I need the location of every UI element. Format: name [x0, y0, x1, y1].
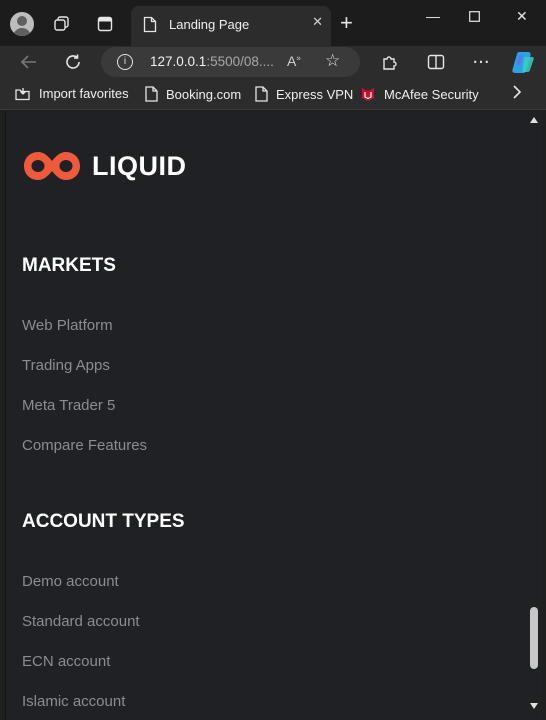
bookmark-import-favorites[interactable]: Import favorites: [14, 86, 129, 101]
scroll-thumb[interactable]: [530, 607, 538, 669]
page-icon: [255, 86, 268, 102]
infinity-logo-icon: [24, 152, 80, 180]
mcafee-icon: [360, 86, 376, 102]
scroll-up-arrow-icon[interactable]: [530, 117, 538, 123]
liquid-logo[interactable]: LIQUID: [22, 149, 187, 183]
vertical-scrollbar[interactable]: [527, 111, 541, 720]
link-meta-trader-5[interactable]: Meta Trader 5: [22, 397, 115, 414]
page-icon: [145, 86, 158, 102]
more-menu-icon[interactable]: ···: [470, 51, 492, 73]
extensions-icon[interactable]: [378, 51, 400, 73]
site-info-icon[interactable]: i: [117, 54, 133, 70]
bookmarks-bar: Import favorites Booking.com Express VPN…: [0, 78, 546, 110]
scroll-down-arrow-icon[interactable]: [530, 703, 538, 709]
minimize-icon[interactable]: —: [426, 8, 440, 24]
link-trading-apps[interactable]: Trading Apps: [22, 357, 110, 374]
copilot-icon[interactable]: [510, 49, 536, 75]
workspaces-icon[interactable]: [52, 14, 72, 34]
tab-strip: Landing Page ✕ + — ✕: [0, 0, 546, 46]
tab-landing-page[interactable]: Landing Page ✕: [131, 6, 331, 46]
logo-text: LIQUID: [92, 150, 187, 181]
import-icon: [14, 86, 31, 101]
link-standard-account[interactable]: Standard account: [22, 613, 140, 630]
address-bar[interactable]: i 127.0.0.1:5500/08.... A» ☆: [101, 47, 360, 77]
page-viewport: LIQUID MARKETS Web Platform Trading Apps…: [5, 111, 541, 720]
favorite-star-icon[interactable]: ☆: [325, 51, 340, 71]
chevron-right-icon[interactable]: [512, 84, 522, 103]
bookmark-express-vpn[interactable]: Express VPN: [255, 86, 353, 102]
link-compare-features[interactable]: Compare Features: [22, 437, 147, 454]
markets-heading: MARKETS: [22, 255, 116, 276]
navigation-toolbar: i 127.0.0.1:5500/08.... A» ☆ ···: [0, 46, 546, 78]
link-ecn-account[interactable]: ECN account: [22, 653, 110, 670]
tab-title: Landing Page: [169, 17, 250, 32]
tab-actions-icon[interactable]: [95, 14, 115, 34]
link-demo-account[interactable]: Demo account: [22, 573, 119, 590]
close-tab-icon[interactable]: ✕: [312, 15, 323, 30]
refresh-icon[interactable]: [62, 51, 84, 73]
url-text: 127.0.0.1:5500/08....: [150, 54, 274, 69]
profile-avatar-icon[interactable]: [10, 12, 34, 36]
link-web-platform[interactable]: Web Platform: [22, 317, 113, 334]
split-screen-icon[interactable]: [425, 51, 447, 73]
page-icon: [143, 16, 157, 37]
new-tab-icon[interactable]: +: [340, 12, 353, 34]
link-islamic-account[interactable]: Islamic account: [22, 693, 125, 710]
bookmark-mcafee[interactable]: McAfee Security: [360, 86, 479, 102]
read-aloud-icon[interactable]: A»: [287, 53, 301, 69]
account-types-heading: ACCOUNT TYPES: [22, 511, 185, 532]
back-arrow-icon[interactable]: [18, 51, 40, 73]
bookmark-booking[interactable]: Booking.com: [145, 86, 241, 102]
close-window-icon[interactable]: ✕: [516, 8, 528, 25]
maximize-icon[interactable]: [469, 8, 480, 25]
